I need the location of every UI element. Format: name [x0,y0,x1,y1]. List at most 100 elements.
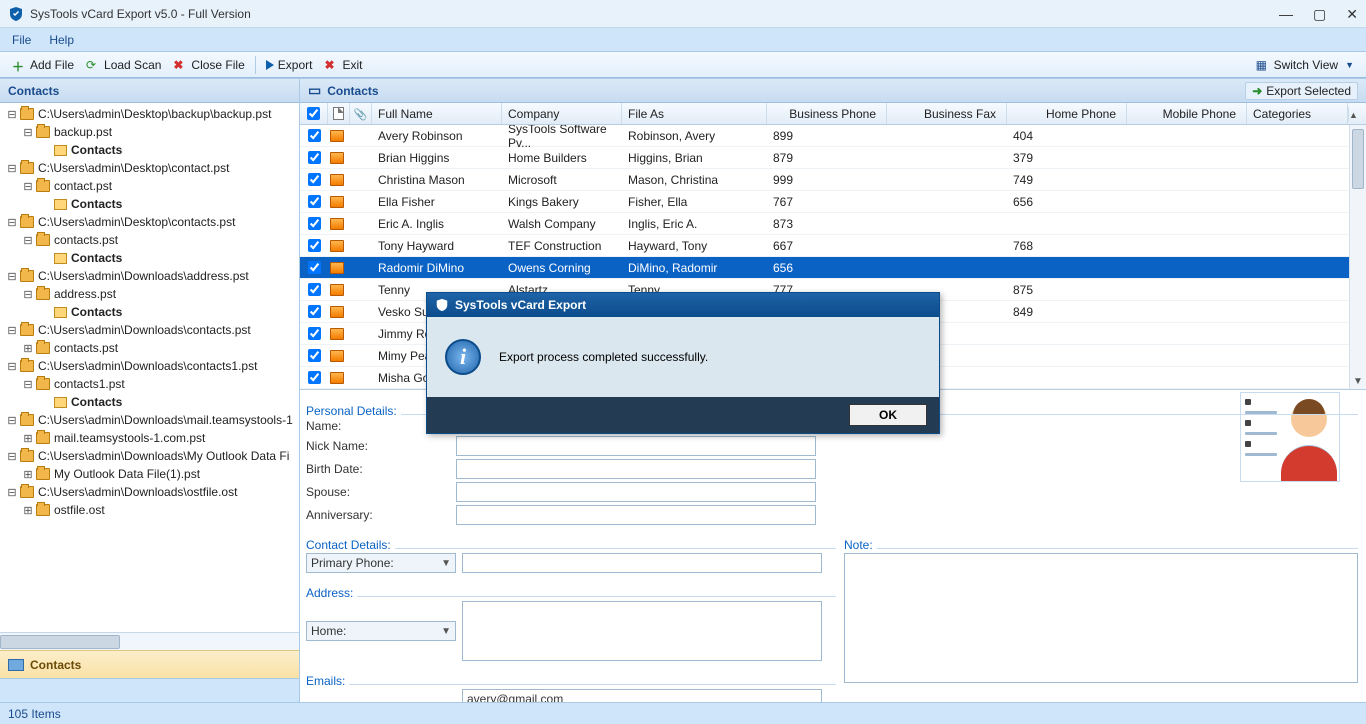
note-input[interactable] [844,553,1358,683]
tree-toggle-icon[interactable]: ⊟ [6,486,18,499]
menu-help[interactable]: Help [49,33,74,47]
table-row[interactable]: Tony HaywardTEF ConstructionHayward, Ton… [300,235,1366,257]
table-row[interactable]: Eric A. InglisWalsh CompanyInglis, Eric … [300,213,1366,235]
col-company[interactable]: Company [502,103,622,124]
ok-button[interactable]: OK [849,404,927,426]
tree-node[interactable]: ⊟C:\Users\admin\Desktop\contact.pst [0,159,299,177]
tree-toggle-icon[interactable]: ⊞ [22,432,34,445]
row-checkbox[interactable] [308,327,321,340]
col-business-fax[interactable]: Business Fax [887,103,1007,124]
tree-node[interactable]: ⊞ostfile.ost [0,501,299,519]
col-business-phone[interactable]: Business Phone [767,103,887,124]
tree-node[interactable]: ⊟C:\Users\admin\Downloads\contacts1.pst [0,357,299,375]
tree-node[interactable]: ⊟contact.pst [0,177,299,195]
reload-icon: ⟳ [86,58,100,72]
minimize-button[interactable]: — [1279,7,1293,21]
close-button[interactable]: ✕ [1346,7,1358,21]
birth-date-input[interactable] [456,459,816,479]
tree-toggle-icon[interactable]: ⊟ [22,234,34,247]
tree-node[interactable]: ⊟address.pst [0,285,299,303]
add-file-button[interactable]: ＋Add File [6,56,80,74]
primary-phone-input[interactable] [462,553,822,573]
row-checkbox[interactable] [308,195,321,208]
col-attachment[interactable] [350,103,372,124]
col-mobile-phone[interactable]: Mobile Phone [1127,103,1247,124]
tree-toggle-icon[interactable]: ⊟ [22,288,34,301]
tree-toggle-icon[interactable]: ⊟ [6,108,18,121]
play-icon [266,60,274,70]
col-categories[interactable]: Categories [1247,103,1348,124]
tree-node[interactable]: Contacts [0,141,299,159]
address-input[interactable] [462,601,822,661]
tree-toggle-icon[interactable]: ⊟ [6,360,18,373]
tree-toggle-icon[interactable]: ⊟ [22,378,34,391]
row-checkbox[interactable] [308,261,321,274]
col-file-as[interactable]: File As [622,103,767,124]
export-button[interactable]: Export [260,56,319,74]
tree-toggle-icon[interactable]: ⊟ [6,162,18,175]
tree-node[interactable]: ⊟C:\Users\admin\Downloads\address.pst [0,267,299,285]
export-selected-button[interactable]: ➜Export Selected [1245,82,1358,100]
close-file-button[interactable]: ✖Close File [167,56,250,74]
row-checkbox[interactable] [308,217,321,230]
tree-node[interactable]: Contacts [0,249,299,267]
row-checkbox[interactable] [308,239,321,252]
tree-toggle-icon[interactable]: ⊞ [22,468,34,481]
tree-node[interactable]: ⊟backup.pst [0,123,299,141]
tree-toggle-icon[interactable]: ⊟ [6,270,18,283]
table-row[interactable]: Avery RobinsonSysTools Software Pv...Rob… [300,125,1366,147]
tree-node[interactable]: Contacts [0,195,299,213]
anniversary-input[interactable] [456,505,816,525]
table-row[interactable]: Christina MasonMicrosoftMason, Christina… [300,169,1366,191]
primary-phone-dropdown[interactable]: Primary Phone:▼ [306,553,456,573]
tree-toggle-icon[interactable]: ⊟ [6,324,18,337]
horizontal-scrollbar[interactable] [0,632,299,650]
nick-name-input[interactable] [456,436,816,456]
load-scan-button[interactable]: ⟳Load Scan [80,56,167,74]
address-type-dropdown[interactable]: Home:▼ [306,621,456,641]
tree-toggle-icon[interactable]: ⊞ [22,504,34,517]
row-checkbox[interactable] [308,371,321,384]
exit-button[interactable]: ✖Exit [318,56,368,74]
tree-toggle-icon[interactable]: ⊟ [6,414,18,427]
tree-node[interactable]: ⊟C:\Users\admin\Downloads\contacts.pst [0,321,299,339]
tree-node[interactable]: ⊟C:\Users\admin\Desktop\backup\backup.ps… [0,105,299,123]
emails-input[interactable] [462,689,822,702]
tree-toggle-icon[interactable]: ⊟ [6,450,18,463]
tree-node[interactable]: ⊞contacts.pst [0,339,299,357]
col-full-name[interactable]: Full Name [372,103,502,124]
table-row[interactable]: Ella FisherKings BakeryFisher, Ella76765… [300,191,1366,213]
tree-node[interactable]: ⊟C:\Users\admin\Downloads\My Outlook Dat… [0,447,299,465]
tree-toggle-icon[interactable]: ⊟ [22,180,34,193]
col-home-phone[interactable]: Home Phone [1007,103,1127,124]
tree-node[interactable]: ⊟contacts.pst [0,231,299,249]
tree-toggle-icon[interactable]: ⊟ [22,126,34,139]
table-row[interactable]: Radomir DiMinoOwens CorningDiMino, Radom… [300,257,1366,279]
spouse-input[interactable] [456,482,816,502]
tree-node[interactable]: ⊟contacts1.pst [0,375,299,393]
tree-toggle-icon[interactable]: ⊞ [22,342,34,355]
row-checkbox[interactable] [308,283,321,296]
col-doc-icon[interactable] [328,103,350,124]
row-checkbox[interactable] [308,129,321,142]
tree-node[interactable]: Contacts [0,393,299,411]
row-checkbox[interactable] [308,173,321,186]
tree-node[interactable]: Contacts [0,303,299,321]
row-checkbox[interactable] [308,151,321,164]
tree-node[interactable]: ⊟C:\Users\admin\Downloads\mail.teamsysto… [0,411,299,429]
maximize-button[interactable]: ▢ [1313,7,1326,21]
tree-toggle-icon[interactable]: ⊟ [6,216,18,229]
vertical-scrollbar[interactable]: ▼ [1349,125,1366,389]
tree-node[interactable]: ⊟C:\Users\admin\Desktop\contacts.pst [0,213,299,231]
switch-view-button[interactable]: ▦Switch View▼ [1250,56,1360,74]
row-checkbox[interactable] [308,349,321,362]
tree-node[interactable]: ⊟C:\Users\admin\Downloads\ostfile.ost [0,483,299,501]
tree-node[interactable]: ⊞mail.teamsystools-1.com.pst [0,429,299,447]
row-checkbox[interactable] [308,305,321,318]
col-checkbox[interactable] [300,103,328,124]
contacts-nav-bar[interactable]: Contacts [0,650,299,678]
tree-node[interactable]: ⊞My Outlook Data File(1).pst [0,465,299,483]
menu-file[interactable]: File [12,33,31,47]
table-row[interactable]: Brian HigginsHome BuildersHiggins, Brian… [300,147,1366,169]
tree-view[interactable]: ⊟C:\Users\admin\Desktop\backup\backup.ps… [0,103,299,632]
